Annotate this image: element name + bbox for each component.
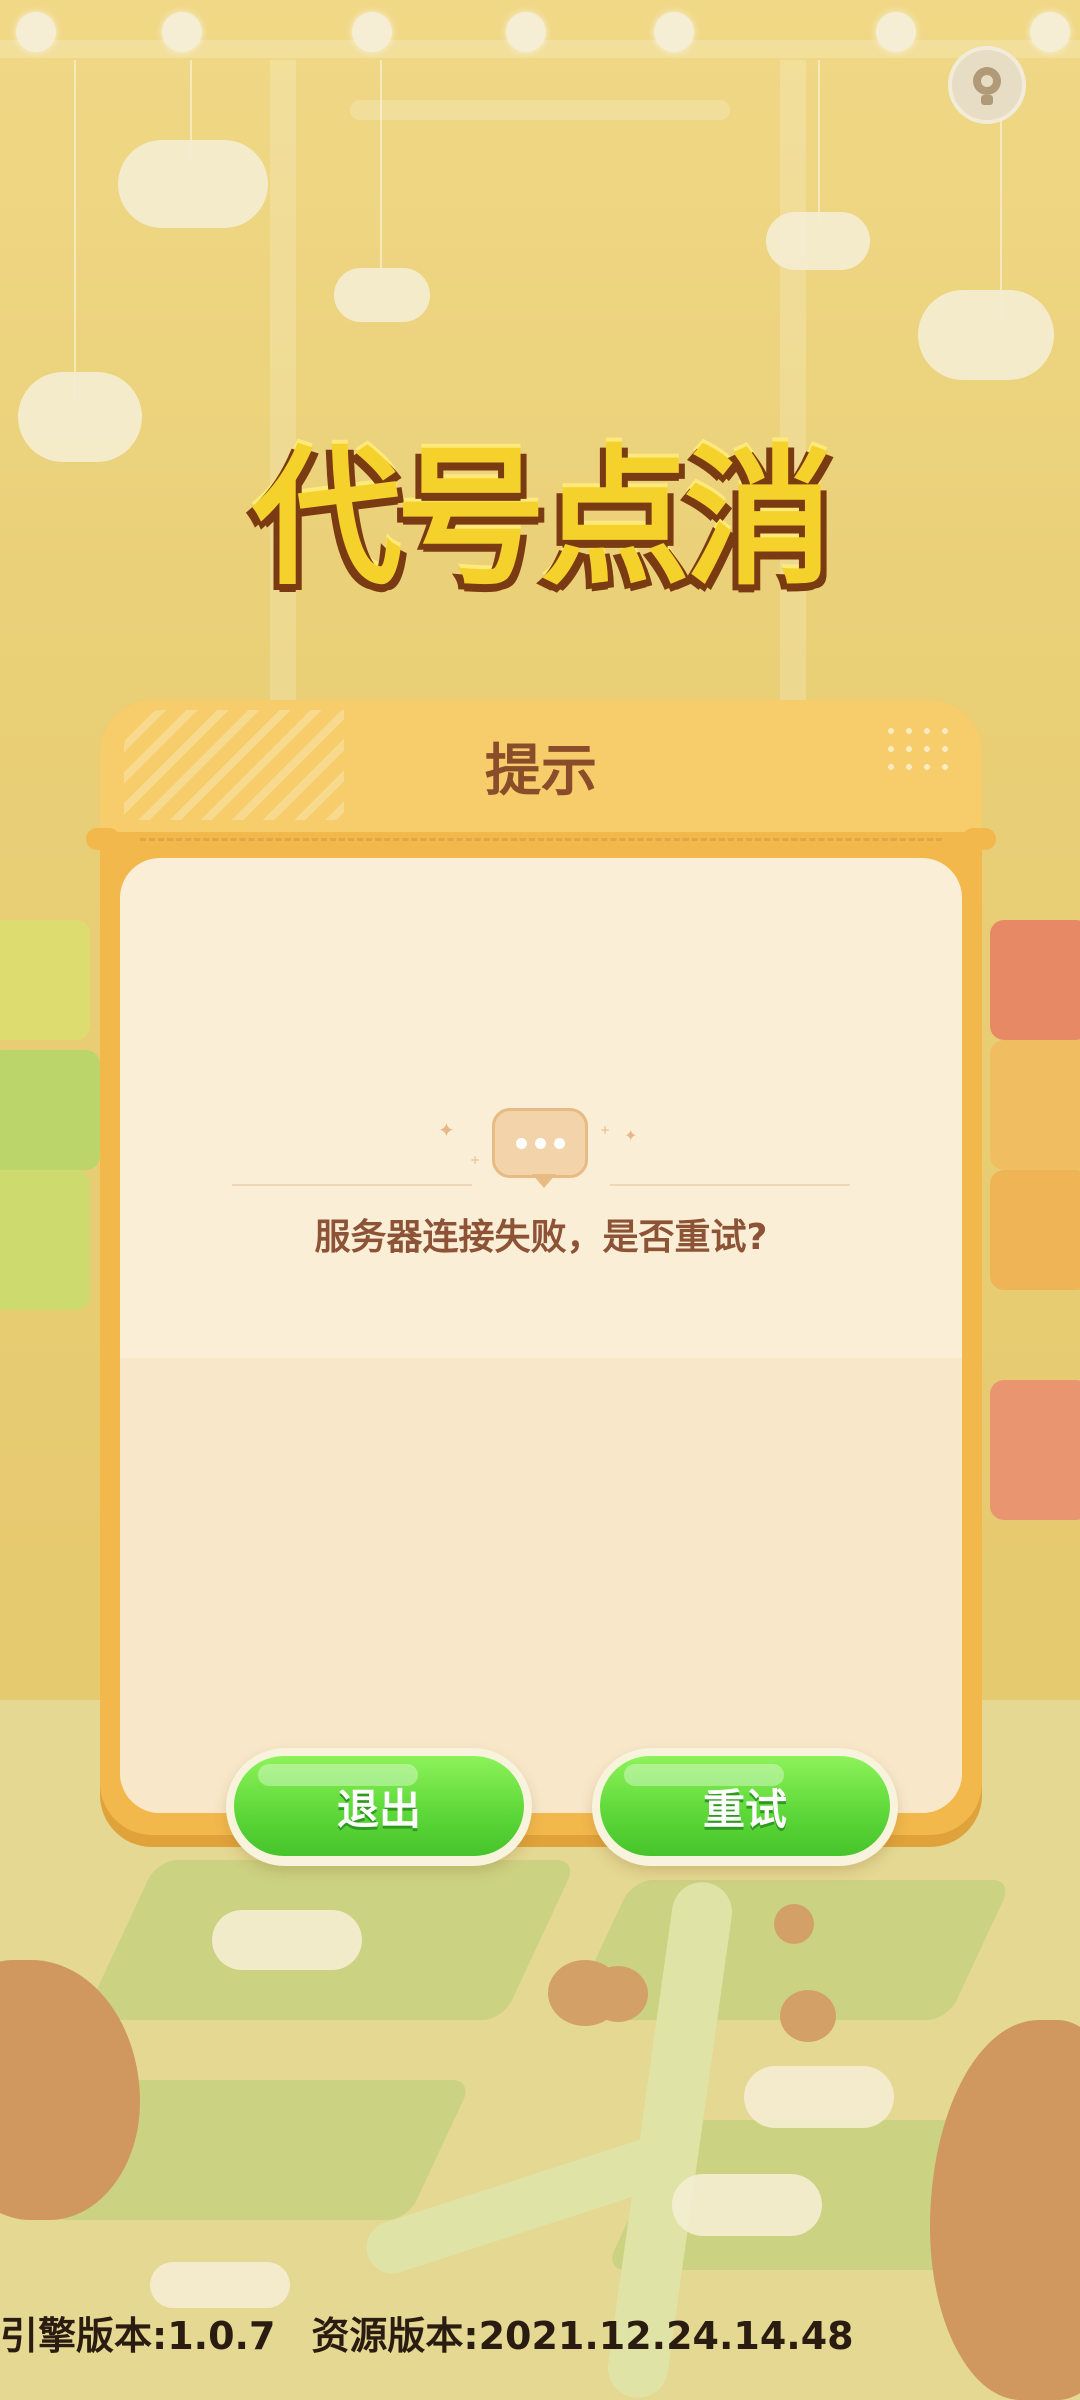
dialog-header: 提示	[100, 700, 982, 832]
alert-dialog: 提示 ✦ + + ✦ 服务器连接失败，是否重试? 退出 重试	[86, 700, 996, 1866]
sparkle-icon: +	[470, 1153, 481, 1167]
sparkle-icon: +	[600, 1123, 611, 1137]
ticket-notch-right	[962, 828, 996, 850]
message-area: ✦ + + ✦ 服务器连接失败，是否重试?	[120, 858, 962, 1258]
logo-text: 代号点消	[251, 431, 834, 606]
divider-line	[610, 1184, 850, 1186]
resource-version: 资源版本:2021.12.24.14.48	[311, 2314, 854, 2358]
version-info: 引擎版本:1.0.7 资源版本:2021.12.24.14.48	[0, 2305, 1080, 2360]
retry-button-label: 重试	[600, 1756, 890, 1856]
header-divider	[140, 838, 942, 841]
exit-button-label: 退出	[234, 1756, 524, 1856]
sparkle-icon: ✦	[624, 1126, 638, 1145]
dialog-title: 提示	[485, 738, 597, 804]
body-shade	[120, 1358, 962, 1813]
chat-bubble-icon	[492, 1108, 588, 1178]
gear-icon	[973, 67, 1001, 105]
exit-button[interactable]: 退出	[226, 1748, 532, 1866]
chat-bubble-tail	[532, 1174, 556, 1188]
retry-button[interactable]: 重试	[592, 1748, 898, 1866]
game-logo: 代号点消	[225, 360, 855, 650]
settings-button[interactable]	[948, 46, 1026, 124]
dialog-body: ✦ + + ✦ 服务器连接失败，是否重试? 退出 重试	[120, 858, 962, 1866]
ticket-notch-left	[86, 828, 120, 850]
dialog-message: 服务器连接失败，是否重试?	[314, 1217, 768, 1258]
engine-version: 引擎版本:1.0.7	[0, 2314, 276, 2358]
divider-line	[232, 1184, 472, 1186]
sparkle-icon: ✦	[438, 1118, 455, 1142]
